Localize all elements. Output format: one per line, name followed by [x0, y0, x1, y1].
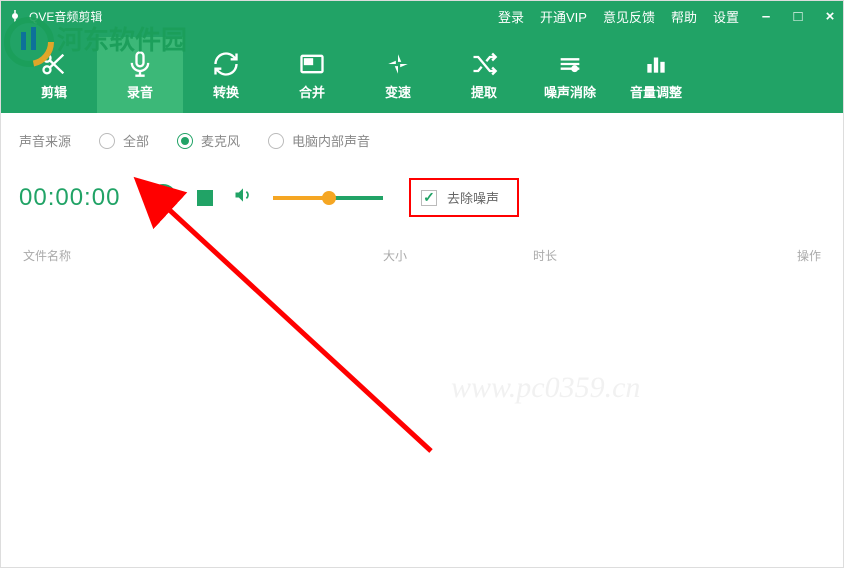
tab-volume-label: 音量调整 — [630, 82, 682, 101]
tab-merge-label: 合并 — [299, 82, 325, 101]
denoise-icon — [556, 50, 584, 78]
app-logo-icon — [7, 8, 23, 24]
tab-speed-label: 变速 — [385, 82, 411, 101]
tab-extract[interactable]: 提取 — [441, 37, 527, 113]
speed-icon — [384, 50, 412, 78]
radio-icon — [268, 133, 284, 149]
source-all-label: 全部 — [123, 131, 149, 150]
radio-icon — [177, 133, 193, 149]
col-size: 大小 — [383, 247, 533, 264]
noise-checkbox[interactable]: ✓ — [421, 190, 437, 206]
maximize-button[interactable]: □ — [791, 8, 805, 25]
minimize-button[interactable]: – — [759, 8, 773, 25]
shuffle-icon — [470, 50, 498, 78]
tab-record-label: 录音 — [127, 82, 153, 101]
tab-volume[interactable]: 音量调整 — [613, 37, 699, 113]
close-button[interactable]: × — [823, 8, 837, 25]
col-operation: 操作 — [733, 247, 821, 264]
feedback-link[interactable]: 意见反馈 — [603, 7, 655, 26]
app-title: QVE音频剪辑 — [29, 8, 102, 25]
file-table-header: 文件名称 大小 时长 操作 — [19, 247, 825, 264]
noise-removal-highlight: ✓ 去除噪声 — [409, 178, 519, 217]
volume-slider[interactable] — [273, 196, 383, 200]
tab-record[interactable]: 录音 — [97, 37, 183, 113]
source-label: 声音来源 — [19, 131, 71, 150]
tab-convert-label: 转换 — [213, 82, 239, 101]
source-mic-radio[interactable]: 麦克风 — [177, 131, 240, 150]
tab-extract-label: 提取 — [471, 82, 497, 101]
record-timer: 00:00:00 — [19, 184, 129, 212]
col-filename: 文件名称 — [23, 247, 383, 264]
microphone-icon — [126, 50, 154, 78]
noise-label: 去除噪声 — [447, 188, 499, 207]
tab-cut-label: 剪辑 — [41, 82, 67, 101]
source-all-radio[interactable]: 全部 — [99, 131, 149, 150]
col-duration: 时长 — [533, 247, 733, 264]
volume-icon[interactable] — [233, 185, 253, 210]
tab-convert[interactable]: 转换 — [183, 37, 269, 113]
settings-link[interactable]: 设置 — [713, 7, 739, 26]
audio-source-row: 声音来源 全部 麦克风 电脑内部声音 — [19, 131, 825, 150]
source-system-label: 电脑内部声音 — [292, 131, 370, 150]
tab-speed[interactable]: 变速 — [355, 37, 441, 113]
source-mic-label: 麦克风 — [201, 131, 240, 150]
radio-icon — [99, 133, 115, 149]
convert-icon — [212, 50, 240, 78]
tab-denoise[interactable]: 噪声消除 — [527, 37, 613, 113]
source-system-radio[interactable]: 电脑内部声音 — [268, 131, 370, 150]
slider-thumb[interactable] — [322, 191, 336, 205]
tab-cut[interactable]: 剪辑 — [11, 37, 97, 113]
record-play-button[interactable] — [149, 184, 177, 212]
scissors-icon — [40, 50, 68, 78]
equalizer-icon — [642, 50, 670, 78]
merge-icon — [298, 50, 326, 78]
login-link[interactable]: 登录 — [498, 7, 524, 26]
help-link[interactable]: 帮助 — [671, 7, 697, 26]
record-stop-button[interactable] — [197, 190, 213, 206]
tab-denoise-label: 噪声消除 — [544, 82, 596, 101]
vip-link[interactable]: 开通VIP — [540, 7, 587, 26]
watermark-url: www.pc0359.cn — [451, 371, 640, 405]
play-icon — [160, 192, 170, 204]
tab-merge[interactable]: 合并 — [269, 37, 355, 113]
